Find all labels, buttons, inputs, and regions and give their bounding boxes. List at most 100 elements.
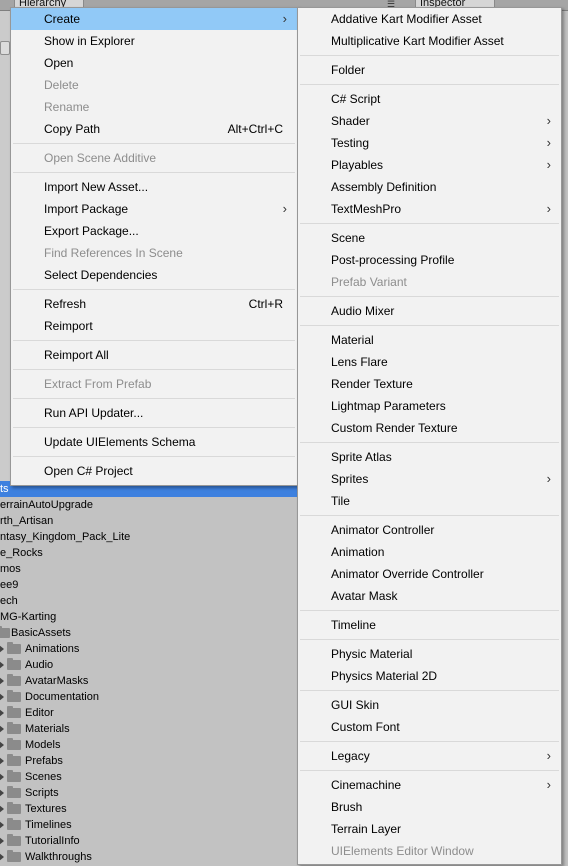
menu-item-scene[interactable]: Scene: [298, 227, 561, 249]
menu-item-label: Playables: [331, 158, 384, 172]
project-tree-row[interactable]: rth_Artisan: [0, 513, 300, 529]
triangle-right-icon[interactable]: [0, 853, 4, 861]
triangle-right-icon[interactable]: [0, 837, 4, 845]
menu-item-textmeshpro[interactable]: TextMeshPro ›: [298, 198, 561, 220]
menu-item-avatar-mask[interactable]: Avatar Mask: [298, 585, 561, 607]
project-tree-row[interactable]: Materials: [0, 721, 300, 737]
menu-item-timeline[interactable]: Timeline: [298, 614, 561, 636]
menu-item-physic-material[interactable]: Physic Material: [298, 643, 561, 665]
menu-item-animator-override-controller[interactable]: Animator Override Controller: [298, 563, 561, 585]
chevron-right-icon: ›: [282, 201, 287, 216]
triangle-right-icon[interactable]: [0, 709, 4, 717]
triangle-right-icon[interactable]: [0, 693, 4, 701]
menu-item-lightmap-parameters[interactable]: Lightmap Parameters: [298, 395, 561, 417]
project-tree-row[interactable]: Animations: [0, 641, 300, 657]
project-tree-row[interactable]: errainAutoUpgrade: [0, 497, 300, 513]
project-tree-row[interactable]: Models: [0, 737, 300, 753]
menu-item-addative-kart-modifier-asset[interactable]: Addative Kart Modifier Asset: [298, 8, 561, 30]
menu-item-reimport-all[interactable]: Reimport All: [11, 344, 297, 366]
menu-item-tile[interactable]: Tile: [298, 490, 561, 512]
project-tree-row[interactable]: Walkthroughs: [0, 849, 300, 865]
menu-item-terrain-layer[interactable]: Terrain Layer: [298, 818, 561, 840]
project-tree-row[interactable]: Editor: [0, 705, 300, 721]
project-tree-row[interactable]: Timelines: [0, 817, 300, 833]
triangle-right-icon[interactable]: [0, 773, 4, 781]
triangle-right-icon[interactable]: [0, 677, 4, 685]
menu-item-import-package[interactable]: Import Package ›: [11, 198, 297, 220]
project-tree-row[interactable]: e_Rocks: [0, 545, 300, 561]
menu-item-import-new-asset[interactable]: Import New Asset...: [11, 176, 297, 198]
triangle-right-icon[interactable]: [0, 757, 4, 765]
menu-item-folder[interactable]: Folder: [298, 59, 561, 81]
triangle-right-icon[interactable]: [0, 821, 4, 829]
menu-item-uielements-editor-window: UIElements Editor Window: [298, 840, 561, 862]
menu-item-open-c-project[interactable]: Open C# Project: [11, 460, 297, 482]
project-tree-row[interactable]: ech: [0, 593, 300, 609]
menu-item-custom-font[interactable]: Custom Font: [298, 716, 561, 738]
project-tree-row[interactable]: Textures: [0, 801, 300, 817]
project-tree-row[interactable]: Scripts: [0, 785, 300, 801]
menu-item-multiplicative-kart-modifier-asset[interactable]: Multiplicative Kart Modifier Asset: [298, 30, 561, 52]
menu-item-label: Rename: [44, 100, 90, 114]
folder-icon: [7, 786, 21, 798]
menu-item-label: Animator Controller: [331, 523, 435, 537]
menu-item-animator-controller[interactable]: Animator Controller: [298, 519, 561, 541]
project-tree-row[interactable]: Prefabs: [0, 753, 300, 769]
menu-item-playables[interactable]: Playables ›: [298, 154, 561, 176]
menu-item-material[interactable]: Material: [298, 329, 561, 351]
menu-item-brush[interactable]: Brush: [298, 796, 561, 818]
menu-item-sprite-atlas[interactable]: Sprite Atlas: [298, 446, 561, 468]
menu-item-testing[interactable]: Testing ›: [298, 132, 561, 154]
project-tree-row[interactable]: TutorialInfo: [0, 833, 300, 849]
menu-item-physics-material-2d[interactable]: Physics Material 2D: [298, 665, 561, 687]
menu-item-shader[interactable]: Shader ›: [298, 110, 561, 132]
triangle-right-icon[interactable]: [0, 645, 4, 653]
menu-item-assembly-definition[interactable]: Assembly Definition: [298, 176, 561, 198]
project-tree-row[interactable]: ntasy_Kingdom_Pack_Lite: [0, 529, 300, 545]
project-tree-label: ts: [0, 483, 9, 495]
triangle-right-icon[interactable]: [0, 661, 4, 669]
menu-item-reimport[interactable]: Reimport: [11, 315, 297, 337]
menu-item-copy-path[interactable]: Copy Path Alt+Ctrl+C: [11, 118, 297, 140]
menu-item-run-api-updater[interactable]: Run API Updater...: [11, 402, 297, 424]
chevron-right-icon: ›: [546, 777, 551, 792]
project-tree-row[interactable]: AvatarMasks: [0, 673, 300, 689]
menu-item-gui-skin[interactable]: GUI Skin: [298, 694, 561, 716]
menu-item-update-uielements-schema[interactable]: Update UIElements Schema: [11, 431, 297, 453]
project-tree-row[interactable]: Scenes: [0, 769, 300, 785]
menu-item-animation[interactable]: Animation: [298, 541, 561, 563]
menu-separator: [13, 143, 295, 144]
menu-item-label: Multiplicative Kart Modifier Asset: [331, 34, 504, 48]
menu-item-create[interactable]: Create ›: [11, 8, 297, 30]
project-tree-row[interactable]: Documentation: [0, 689, 300, 705]
menu-item-label: Physics Material 2D: [331, 669, 438, 683]
menu-item-legacy[interactable]: Legacy ›: [298, 745, 561, 767]
menu-item-open[interactable]: Open: [11, 52, 297, 74]
triangle-right-icon[interactable]: [0, 741, 4, 749]
project-tree-row[interactable]: mos: [0, 561, 300, 577]
menu-item-refresh[interactable]: Refresh Ctrl+R: [11, 293, 297, 315]
menu-item-show-in-explorer[interactable]: Show in Explorer: [11, 30, 297, 52]
triangle-right-icon[interactable]: [0, 805, 4, 813]
menu-item-custom-render-texture[interactable]: Custom Render Texture: [298, 417, 561, 439]
menu-item-c-script[interactable]: C# Script: [298, 88, 561, 110]
project-tree-row[interactable]: ee9: [0, 577, 300, 593]
folder-icon: [7, 738, 21, 750]
menu-item-label: Tile: [331, 494, 350, 508]
menu-item-lens-flare[interactable]: Lens Flare: [298, 351, 561, 373]
menu-item-select-dependencies[interactable]: Select Dependencies: [11, 264, 297, 286]
project-tree-label: ntasy_Kingdom_Pack_Lite: [0, 531, 131, 543]
menu-item-render-texture[interactable]: Render Texture: [298, 373, 561, 395]
menu-item-cinemachine[interactable]: Cinemachine ›: [298, 774, 561, 796]
menu-item-post-processing-profile[interactable]: Post-processing Profile: [298, 249, 561, 271]
triangle-right-icon[interactable]: [0, 789, 4, 797]
menu-item-audio-mixer[interactable]: Audio Mixer: [298, 300, 561, 322]
menu-item-export-package[interactable]: Export Package...: [11, 220, 297, 242]
menu-item-sprites[interactable]: Sprites ›: [298, 468, 561, 490]
panel-handle[interactable]: [0, 41, 10, 55]
triangle-right-icon[interactable]: [0, 725, 4, 733]
project-tree-row[interactable]: MG-Karting: [0, 609, 300, 625]
menu-separator: [13, 398, 295, 399]
project-tree-row[interactable]: Audio: [0, 657, 300, 673]
project-tree-row[interactable]: BasicAssets: [0, 625, 300, 641]
